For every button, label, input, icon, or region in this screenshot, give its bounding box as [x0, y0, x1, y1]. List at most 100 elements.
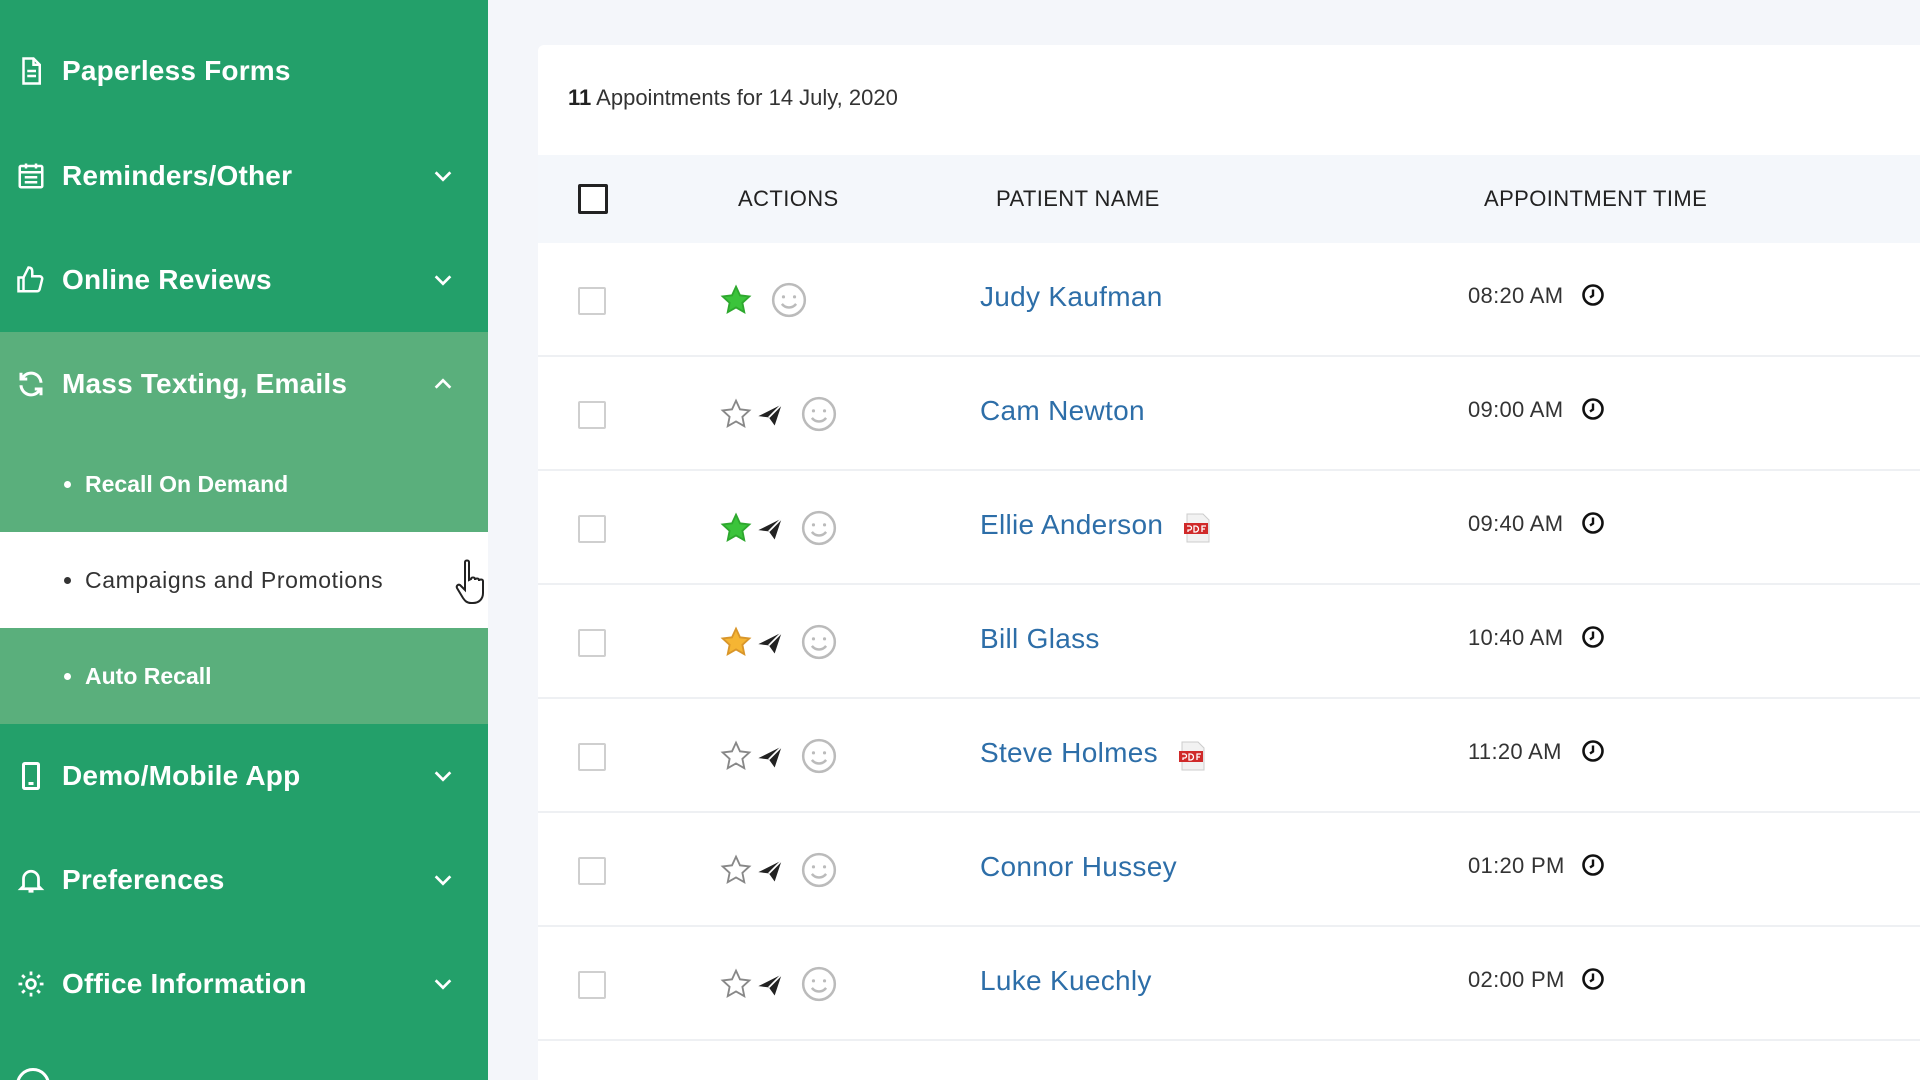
sidebar-item-paperless-forms[interactable]: Paperless Forms [0, 19, 488, 123]
chevron-down-icon[interactable] [432, 869, 454, 891]
appointment-time: 09:00 AM [1468, 397, 1564, 422]
appointment-time: 09:40 AM [1468, 511, 1564, 536]
table-row: Luke Kuechly 02:00 PM [538, 927, 1920, 1041]
patient-name-link[interactable]: Ellie Anderson [980, 509, 1163, 541]
sidebar-item-label: Preferences [62, 864, 225, 895]
star-icon[interactable] [720, 854, 752, 886]
appointment-count: 11 [568, 85, 592, 110]
sidebar-item-label: Online Reviews [62, 264, 272, 295]
paper-plane-icon[interactable] [756, 629, 784, 657]
star-icon[interactable] [720, 512, 752, 544]
appointment-summary-text: Appointments for 14 July, 2020 [596, 85, 898, 110]
sidebar-subitem-label: Auto Recall [85, 662, 212, 689]
table-row: Ellie Anderson 09:40 AM [538, 471, 1920, 585]
patient-name-link[interactable]: Bill Glass [980, 623, 1100, 655]
column-header-patient-name: PATIENT NAME [996, 186, 1160, 211]
sidebar-subitem-label: Campaigns and Promotions [85, 566, 384, 593]
sidebar-subitem-campaigns[interactable]: Campaigns and Promotions [0, 532, 488, 628]
sidebar-item-label: Paperless Forms [62, 55, 291, 86]
list-icon [15, 160, 47, 192]
chevron-down-icon[interactable] [432, 765, 454, 787]
star-icon[interactable] [720, 968, 752, 1000]
bullet-icon [64, 576, 71, 584]
sidebar-item-preferences[interactable]: Preferences [0, 828, 488, 932]
clock-icon[interactable] [1581, 283, 1605, 307]
star-icon[interactable] [720, 626, 752, 658]
mass-texting-section: Mass Texting, Emails Recall On Demand Ca… [0, 332, 488, 724]
patient-name-link[interactable]: Steve Holmes [980, 737, 1158, 769]
sidebar-item-label: Reminders/Other [62, 160, 293, 191]
gear-icon [15, 968, 47, 1000]
sidebar-subitem-recall-on-demand[interactable]: Recall On Demand [0, 436, 488, 532]
chevron-up-icon[interactable] [432, 373, 454, 395]
chevron-down-icon[interactable] [432, 165, 454, 187]
row-checkbox[interactable] [578, 971, 606, 999]
row-checkbox[interactable] [578, 743, 606, 771]
smiley-icon[interactable] [800, 851, 838, 889]
star-icon[interactable] [720, 398, 752, 430]
clock-icon[interactable] [1581, 853, 1605, 877]
clock-icon[interactable] [1581, 511, 1605, 535]
bell-icon [15, 864, 47, 896]
clock-icon[interactable] [1581, 739, 1605, 763]
refresh-icon [15, 368, 47, 400]
pdf-icon[interactable] [1183, 513, 1213, 543]
star-icon[interactable] [720, 284, 752, 316]
bullet-icon [64, 672, 71, 680]
smiley-icon[interactable] [800, 965, 838, 1003]
sidebar-item-demo-mobile-app[interactable]: Demo/Mobile App [0, 724, 488, 828]
patient-name-link[interactable]: Cam Newton [980, 395, 1145, 427]
row-checkbox[interactable] [578, 515, 606, 543]
clock-icon[interactable] [1581, 967, 1605, 991]
star-icon[interactable] [720, 740, 752, 772]
appointment-time: 10:40 AM [1468, 625, 1564, 650]
table-header: ACTIONS PATIENT NAME APPOINTMENT TIME [538, 155, 1920, 243]
row-checkbox[interactable] [578, 629, 606, 657]
sidebar: Paperless Forms Reminders/Other Online R… [0, 0, 488, 1080]
sidebar-item-office-information[interactable]: Office Information [0, 932, 488, 1036]
sidebar-item-online-reviews[interactable]: Online Reviews [0, 228, 488, 332]
table-row: Steve Holmes 11:20 AM [538, 699, 1920, 813]
patient-name-link[interactable]: Judy Kaufman [980, 281, 1163, 313]
sidebar-item-label: Demo/Mobile App [62, 760, 301, 791]
paper-plane-icon[interactable] [756, 971, 784, 999]
smiley-icon[interactable] [800, 737, 838, 775]
thumbs-up-icon [15, 264, 47, 296]
smiley-icon[interactable] [800, 395, 838, 433]
smiley-icon[interactable] [770, 281, 808, 319]
sidebar-subitem-label: Recall On Demand [85, 470, 289, 497]
appointment-time: 02:00 PM [1468, 967, 1565, 992]
appointment-time: 08:20 AM [1468, 283, 1564, 308]
sidebar-item-mass-texting[interactable]: Mass Texting, Emails [0, 332, 488, 436]
patient-name-link[interactable]: Connor Hussey [980, 851, 1177, 883]
table-row: Cam Newton 09:00 AM [538, 357, 1920, 471]
patient-name-link[interactable]: Luke Kuechly [980, 965, 1152, 997]
appointment-time: 11:20 AM [1468, 739, 1562, 764]
pdf-icon[interactable] [1178, 741, 1208, 771]
table-row: Bill Glass 10:40 AM [538, 585, 1920, 699]
document-icon [15, 55, 47, 87]
chevron-down-icon[interactable] [432, 269, 454, 291]
smiley-icon[interactable] [800, 509, 838, 547]
paper-plane-icon[interactable] [756, 857, 784, 885]
chevron-down-icon[interactable] [432, 973, 454, 995]
paper-plane-icon[interactable] [756, 743, 784, 771]
appointments-panel: 11 Appointments for 14 July, 2020 ACTION… [538, 45, 1920, 1080]
hand-cursor-icon [455, 559, 484, 604]
sidebar-subitem-auto-recall[interactable]: Auto Recall [0, 628, 488, 724]
row-checkbox[interactable] [578, 401, 606, 429]
row-checkbox[interactable] [578, 857, 606, 885]
table-row: Judy Kaufman 08:20 AM [538, 243, 1920, 357]
appointment-time: 01:20 PM [1468, 853, 1565, 878]
select-all-checkbox[interactable] [578, 184, 608, 214]
paper-plane-icon[interactable] [756, 401, 784, 429]
smiley-icon[interactable] [800, 623, 838, 661]
row-checkbox[interactable] [578, 287, 606, 315]
clock-icon[interactable] [1581, 397, 1605, 421]
help-icon [16, 1068, 50, 1080]
paper-plane-icon[interactable] [756, 515, 784, 543]
table-row: Connor Hussey 01:20 PM [538, 813, 1920, 927]
clock-icon[interactable] [1581, 625, 1605, 649]
sidebar-item-reminders[interactable]: Reminders/Other [0, 124, 488, 228]
sidebar-item-label: Office Information [62, 968, 307, 999]
